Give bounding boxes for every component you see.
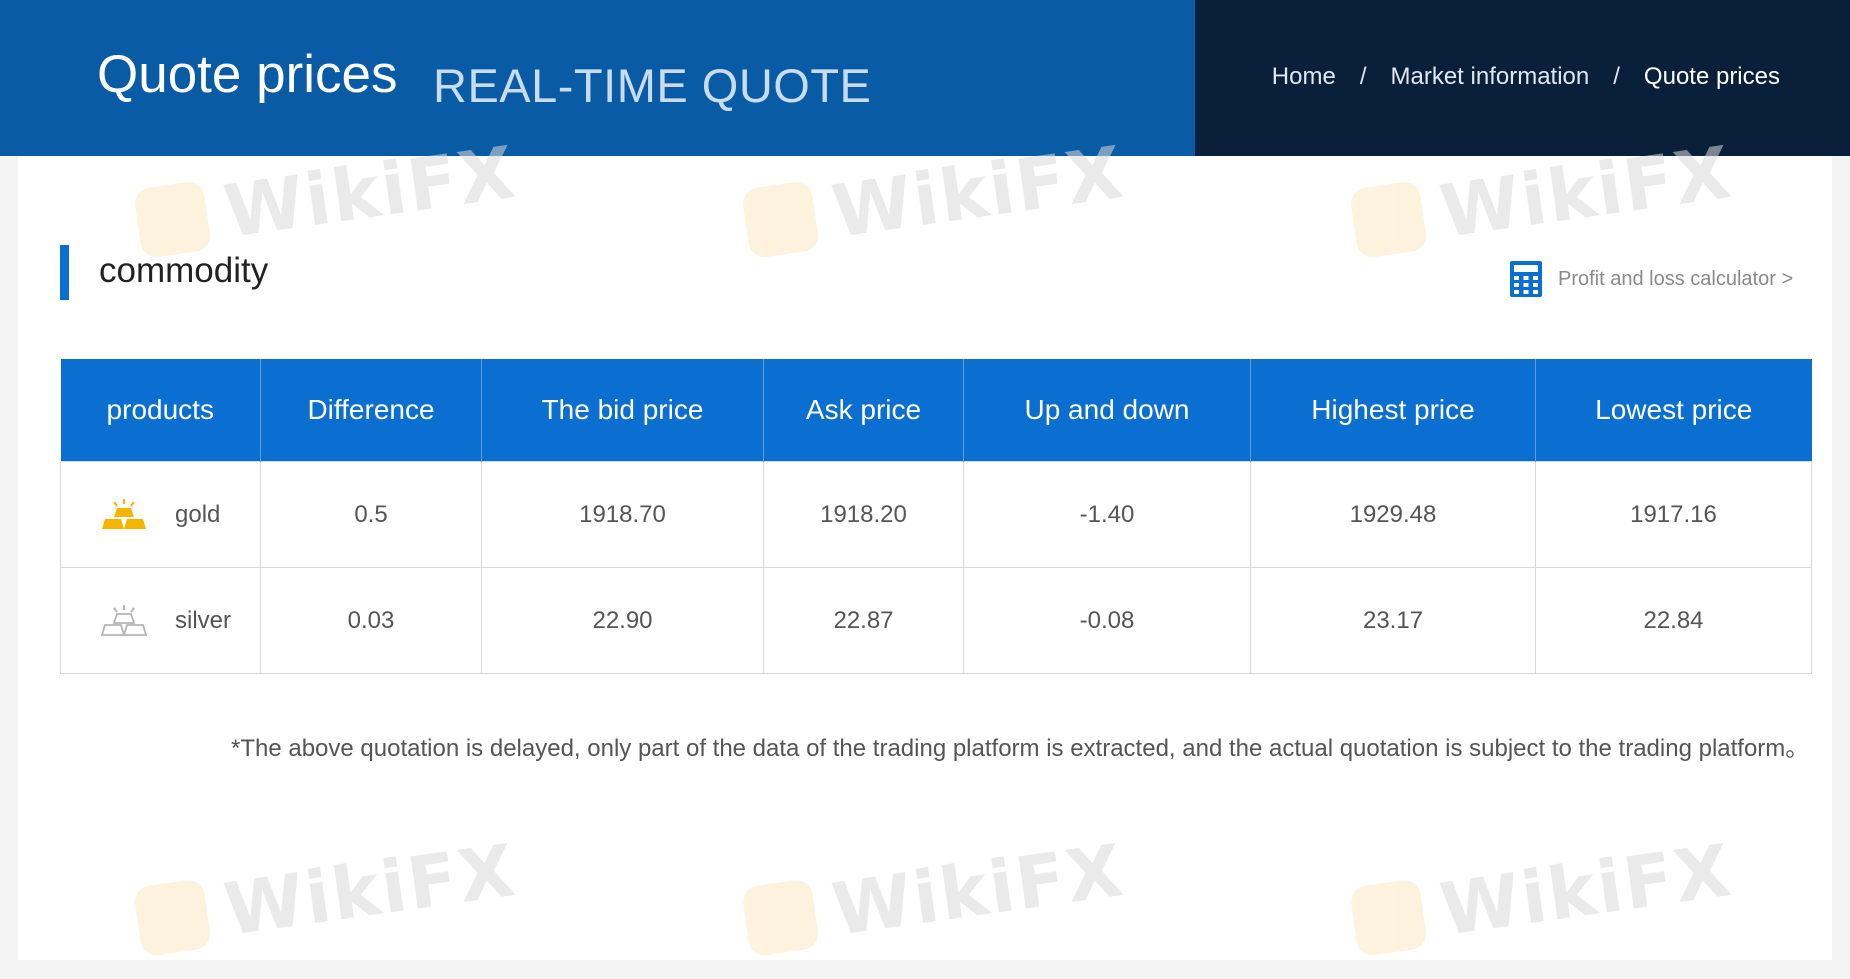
table-row: silver 0.03 22.90 22.87 -0.08 23.17 22.8… [60,567,1812,674]
breadcrumb: Home / Market information / Quote prices [1272,63,1780,91]
watermark-logo-icon [1348,180,1429,260]
content-panel: WikiFX WikiFX WikiFX WikiFX WikiFX WikiF… [18,130,1832,960]
highest-price-cell: 1929.48 [1250,461,1536,568]
product-name: gold [175,500,221,528]
product-cell: silver [60,567,261,674]
page-title: Quote prices [97,45,398,104]
page-header: Quote prices REAL-TIME QUOTE Home / Mark… [0,0,1850,156]
watermark-logo-icon [1348,878,1429,958]
column-header-bid-price: The bid price [481,359,764,462]
watermark-logo-icon [740,180,821,260]
table-row: gold 0.5 1918.70 1918.20 -1.40 1929.48 1… [60,461,1812,568]
column-header-up-and-down: Up and down [963,359,1251,462]
ask-price-cell: 1918.20 [763,461,964,568]
breadcrumb-separator: / [1613,63,1620,90]
breadcrumb-home[interactable]: Home [1272,63,1336,91]
breadcrumb-current: Quote prices [1643,63,1780,90]
header-title-block: Quote prices REAL-TIME QUOTE [0,0,1195,156]
calculator-label: Profit and loss calculator > [1558,267,1794,290]
silver-bars-icon [101,604,147,636]
product-cell: gold [60,461,261,568]
watermark: WikiFX [132,828,521,964]
change-cell: -0.08 [963,567,1251,674]
ask-price-cell: 22.87 [763,567,964,674]
watermark-logo-icon [132,180,213,260]
bid-price-cell: 1918.70 [481,461,764,568]
column-header-lowest-price: Lowest price [1535,359,1812,462]
section-title: commodity [99,251,269,290]
breadcrumb-bar: Home / Market information / Quote prices [1195,0,1850,156]
bid-price-cell: 22.90 [481,567,764,674]
column-header-highest-price: Highest price [1250,359,1536,462]
watermark-logo-icon [740,878,821,958]
breadcrumb-market-information[interactable]: Market information [1391,63,1590,91]
watermark: WikiFX [740,828,1129,964]
delay-disclaimer: *The above quotation is delayed, only pa… [231,735,1810,762]
lowest-price-cell: 22.84 [1535,567,1812,674]
column-header-ask-price: Ask price [763,359,964,462]
page-subtitle: REAL-TIME QUOTE [433,59,872,112]
difference-cell: 0.5 [260,461,482,568]
watermark-logo-icon [132,878,213,958]
gold-bars-icon [102,498,146,529]
column-header-difference: Difference [260,359,482,462]
table-header-row: products Difference The bid price Ask pr… [60,359,1812,462]
watermark: WikiFX [1348,828,1737,964]
highest-price-cell: 23.17 [1250,567,1536,674]
quotes-table: products Difference The bid price Ask pr… [60,359,1812,674]
section-accent-bar [60,245,69,300]
calculator-icon [1510,261,1542,297]
difference-cell: 0.03 [260,567,482,674]
lowest-price-cell: 1917.16 [1535,461,1812,568]
profit-loss-calculator-link[interactable]: Profit and loss calculator > [1510,261,1793,297]
breadcrumb-separator: / [1359,63,1367,90]
product-name: silver [175,606,232,634]
column-header-products: products [60,359,261,462]
change-cell: -1.40 [963,461,1251,568]
